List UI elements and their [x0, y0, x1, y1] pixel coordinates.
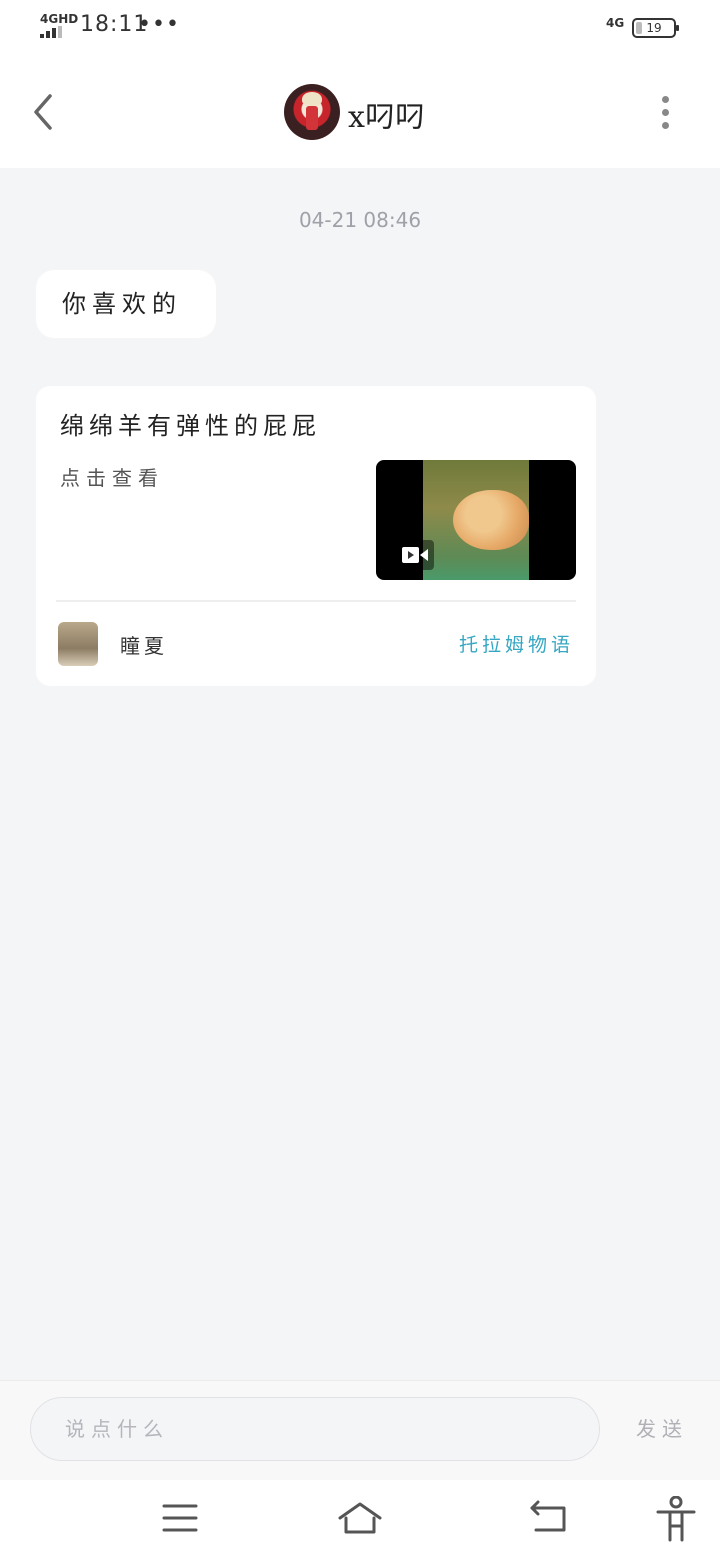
message-input[interactable]	[30, 1397, 600, 1461]
contact-avatar[interactable]	[284, 84, 340, 140]
send-button[interactable]: 发送	[636, 1413, 688, 1442]
message-timestamp: 04-21 08:46	[298, 208, 422, 232]
home-icon	[338, 1502, 382, 1534]
view-link[interactable]: 点击查看	[60, 462, 164, 491]
video-thumbnail[interactable]	[376, 460, 576, 580]
back-nav-button[interactable]	[526, 1496, 574, 1540]
battery-icon: 19	[632, 18, 679, 38]
card-divider	[56, 600, 576, 602]
chat-title: x叼叼	[348, 100, 425, 135]
post-title: 绵绵羊有弹性的屁屁	[60, 412, 321, 440]
more-options-button[interactable]	[650, 92, 680, 132]
author-avatar[interactable]	[58, 622, 98, 666]
author-name[interactable]: 瞳夏	[120, 630, 168, 659]
video-frame	[423, 460, 529, 580]
video-camera-icon	[398, 540, 434, 570]
battery-level: 19	[646, 21, 662, 35]
group-link[interactable]: 托拉姆物语	[459, 630, 574, 657]
mobile-data-indicator: 4G	[606, 16, 625, 30]
back-button[interactable]	[24, 86, 64, 138]
message-input-bar: 发送	[0, 1380, 720, 1480]
chevron-left-icon	[34, 94, 52, 130]
home-button[interactable]	[336, 1496, 384, 1540]
message-bubble[interactable]: 你喜欢的	[36, 270, 216, 338]
more-vertical-icon	[662, 96, 669, 103]
menu-icon	[162, 1504, 198, 1532]
return-icon	[530, 1500, 566, 1532]
signal-icon	[40, 26, 70, 38]
shared-post-card[interactable]: 绵绵羊有弹性的屁屁 点击查看 瞳夏 托拉姆物语	[36, 386, 596, 686]
status-bar: 4GHD 18:11 ••• 4G 19	[0, 0, 720, 56]
accessibility-button[interactable]	[652, 1495, 700, 1542]
accessibility-icon	[656, 1495, 696, 1542]
system-nav-bar	[0, 1480, 720, 1560]
notification-dots: •••	[138, 12, 180, 37]
network-type: 4GHD	[40, 12, 79, 26]
menu-button[interactable]	[156, 1496, 204, 1540]
chat-header: x叼叼	[0, 56, 720, 168]
sheep-image	[453, 490, 529, 550]
